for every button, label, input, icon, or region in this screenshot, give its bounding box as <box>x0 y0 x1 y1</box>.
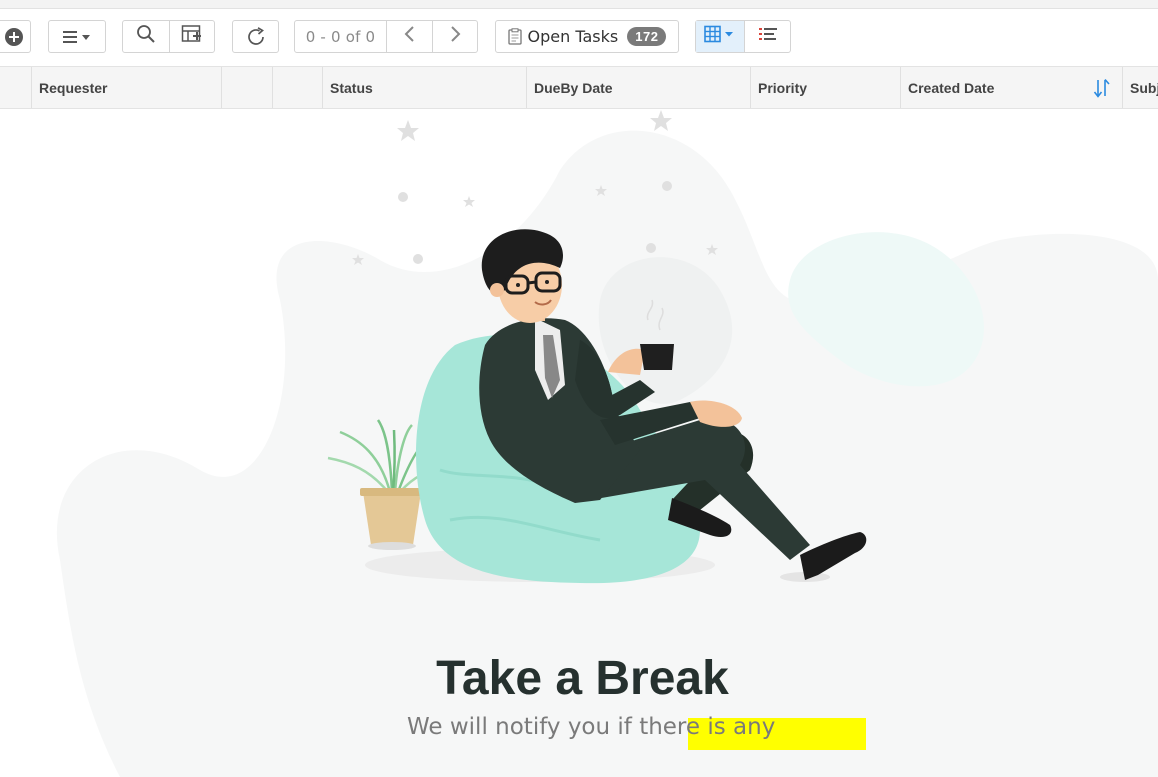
top-strip <box>0 0 1158 9</box>
list-view-button[interactable] <box>744 21 790 52</box>
chevron-left-icon <box>401 25 419 48</box>
empty-state-title: Take a Break <box>436 652 729 705</box>
search-column-group <box>122 20 215 53</box>
previous-page-button[interactable] <box>386 21 432 52</box>
add-button[interactable] <box>0 20 31 53</box>
hamburger-menu-icon <box>60 29 94 45</box>
column-select[interactable] <box>0 67 31 108</box>
chevron-right-icon <box>446 25 464 48</box>
sort-icon[interactable] <box>1093 78 1111 101</box>
list-view-icon <box>757 25 779 48</box>
column-header-created-date[interactable]: Created Date <box>900 67 1122 108</box>
empty-state-subtitle: We will notify you if there is any <box>407 714 776 740</box>
open-tasks-label: Open Tasks <box>527 27 619 46</box>
plus-circle-icon <box>4 27 24 47</box>
open-tasks-count-badge: 172 <box>627 27 667 46</box>
refresh-icon <box>245 26 267 48</box>
pager-text: 0 - 0 of 0 <box>305 27 376 46</box>
column-header-requester[interactable]: Requester <box>31 67 221 108</box>
column-header-blank-1[interactable] <box>221 67 272 108</box>
pager-group: 0 - 0 of 0 <box>294 20 478 53</box>
refresh-button[interactable] <box>232 20 279 53</box>
column-header-status[interactable]: Status <box>322 67 526 108</box>
task-clipboard-icon <box>507 28 522 45</box>
column-header-subject[interactable]: Subj <box>1122 67 1158 108</box>
grid-view-icon <box>703 25 737 48</box>
column-header-blank-2[interactable] <box>272 67 322 108</box>
view-toggle-group <box>695 20 791 53</box>
column-header-dueby-date[interactable]: DueBy Date <box>526 67 750 108</box>
search-button[interactable] <box>123 21 169 52</box>
search-icon <box>136 24 156 49</box>
grid-view-button[interactable] <box>696 21 744 52</box>
table-header: Requester Status DueBy Date Priority Cre… <box>0 66 1158 109</box>
next-page-button[interactable] <box>432 21 477 52</box>
column-header-priority[interactable]: Priority <box>750 67 900 108</box>
open-tasks-button[interactable]: Open Tasks 172 <box>495 20 679 53</box>
toolbar: 0 - 0 of 0 Open Tasks 172 <box>0 9 1158 66</box>
add-column-icon <box>181 24 203 49</box>
add-column-button[interactable] <box>169 21 214 52</box>
menu-button[interactable] <box>48 20 106 53</box>
